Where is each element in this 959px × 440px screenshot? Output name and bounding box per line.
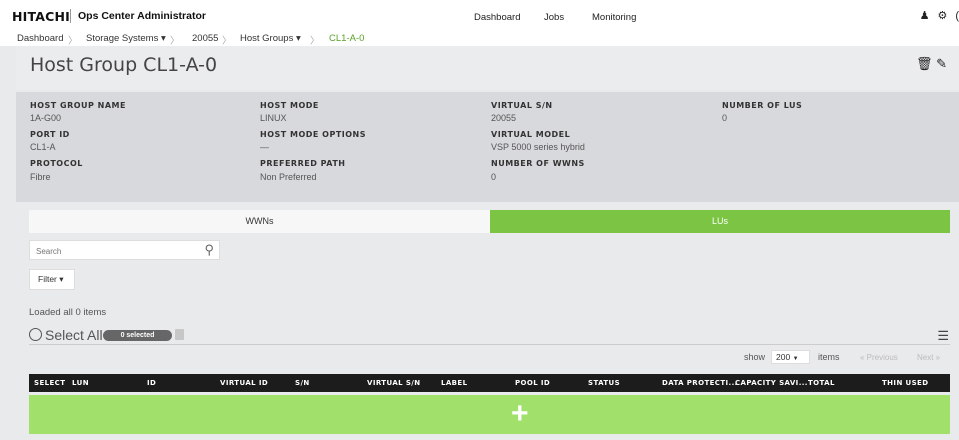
column-header-status[interactable]: STATUS [588,379,620,387]
prop-value-preferred-path: Non Preferred [260,172,317,182]
page-size-value: 200 [776,352,791,362]
prop-label-host-group-name: HOST GROUP NAME [30,101,126,110]
chevron-down-icon: ▼ [792,356,799,362]
properties-panel: HOST GROUP NAME 1A-G00 PORT ID CL1-A PRO… [16,92,959,202]
prop-value-host-group-name: 1A-G00 [30,113,62,123]
breadcrumb-separator: 〉 [68,36,78,47]
gear-icon[interactable]: ⚙ [937,10,947,22]
column-header-lun[interactable]: LUN [72,379,89,387]
prop-label-preferred-path: PREFERRED PATH [260,159,346,168]
prop-value-host-mode: LINUX [260,113,287,123]
breadcrumb-storage-id[interactable]: 20055 [192,33,218,44]
next-page-link[interactable]: Next » [917,353,940,362]
column-header-total[interactable]: TOTAL [808,379,835,387]
page-size-select[interactable]: 200 ▼ [771,350,810,364]
breadcrumb-separator: 〉 [170,36,180,47]
prop-value-number-of-lus: 0 [722,113,728,123]
breadcrumb-current: CL1-A-0 [329,33,365,44]
user-icon[interactable]: ♟ [920,10,930,22]
column-header-capacity-savings[interactable]: CAPACITY SAVI... [735,379,808,387]
loaded-status: Loaded all 0 items [29,307,107,318]
column-settings-icon[interactable]: ☰ [937,328,949,344]
brand-divider [70,9,71,23]
prop-label-host-mode: HOST MODE [260,101,319,110]
select-all-control[interactable]: Select All [29,327,103,343]
plus-icon: + [511,397,529,430]
show-label: show [744,352,766,362]
prop-label-virtual-model: VIRTUAL MODEL [491,130,571,139]
prop-label-number-of-wwns: NUMBER OF WWNS [491,159,585,168]
breadcrumb-dashboard[interactable]: Dashboard [17,33,63,44]
prop-label-virtual-sn: VIRTUAL S/N [491,101,553,110]
prop-value-number-of-wwns: 0 [491,172,497,182]
nav-dashboard[interactable]: Dashboard [474,12,520,23]
brand-logo[interactable]: HITACHI [12,9,70,24]
search-icon[interactable]: ⚲ [204,242,214,258]
pencil-icon[interactable]: ✎ [936,56,947,71]
prop-value-protocol: Fibre [30,172,51,182]
selected-count-badge: 0 selected [103,330,172,341]
breadcrumb-separator: 〉 [222,36,232,47]
prop-label-port-id: PORT ID [30,130,70,139]
column-header-pool-id[interactable]: POOL ID [515,379,550,387]
page-header: Host Group CL1-A-0 🗑 ✎ [16,46,959,90]
column-header-thin-used[interactable]: THIN USED [882,379,928,387]
page-title: Host Group CL1-A-0 [30,54,218,76]
prop-value-virtual-sn: 20055 [491,113,517,123]
add-lun-button[interactable]: + [29,395,950,434]
column-header-select[interactable]: SELECT [34,379,65,387]
copy-icon[interactable] [175,329,184,340]
breadcrumb-storage-systems[interactable]: Storage Systems ▾ [86,33,166,44]
column-header-virtual-sn[interactable]: VIRTUAL S/N [367,379,421,387]
nav-monitoring[interactable]: Monitoring [592,12,636,23]
search-input[interactable] [36,242,196,261]
breadcrumb-host-groups[interactable]: Host Groups ▾ [240,33,301,44]
select-all-label: Select All [45,327,103,343]
header-actions: 🗑 ✎ [916,56,947,72]
items-label: items [818,352,840,362]
tab-bar: WWNs LUs [29,210,950,233]
tab-wwns[interactable]: WWNs [29,210,490,233]
help-icon[interactable]: ( [955,10,959,22]
prop-label-number-of-lus: NUMBER OF LUS [722,101,803,110]
prop-value-host-mode-options: — [260,142,269,152]
prop-label-protocol: PROTOCOL [30,159,83,168]
prop-value-virtual-model: VSP 5000 series hybrid [491,142,585,152]
select-all-radio-icon[interactable] [29,328,42,341]
prop-label-host-mode-options: HOST MODE OPTIONS [260,130,367,139]
column-header-label[interactable]: LABEL [441,379,467,387]
breadcrumb-separator: 〉 [310,36,320,47]
nav-jobs[interactable]: Jobs [544,12,564,23]
column-header-id[interactable]: ID [147,379,156,387]
filter-button[interactable]: Filter ▾ [29,269,75,290]
top-icons: ♟ ⚙ ( [912,9,959,22]
divider [29,344,950,345]
column-header-virtual-id[interactable]: VIRTUAL ID [220,379,268,387]
trash-icon[interactable]: 🗑 [916,56,933,71]
app-name: Ops Center Administrator [78,10,206,22]
breadcrumb: Dashboard 〉 Storage Systems ▾ 〉 20055 〉 … [0,32,959,47]
top-bar: HITACHI Ops Center Administrator Dashboa… [0,0,959,32]
table-header: SELECT LUN ID VIRTUAL ID S/N VIRTUAL S/N… [29,374,950,392]
column-header-sn[interactable]: S/N [295,379,310,387]
search-box: ⚲ [29,240,220,261]
previous-page-link[interactable]: « Previous [860,353,898,362]
column-header-data-protection[interactable]: DATA PROTECTI... [662,379,738,387]
tab-lus[interactable]: LUs [490,210,950,233]
prop-value-port-id: CL1-A [30,142,56,152]
